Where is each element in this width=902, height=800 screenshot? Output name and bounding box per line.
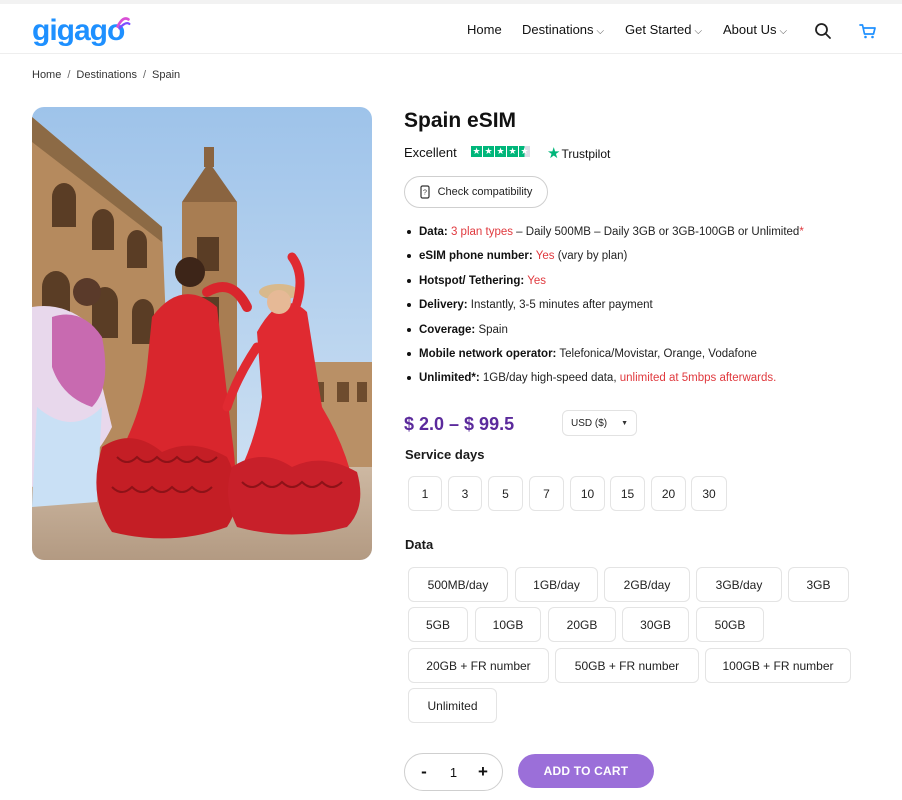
data-option[interactable]: 50GB bbox=[696, 607, 764, 642]
quantity-stepper: - 1 + bbox=[404, 753, 503, 791]
data-option[interactable]: 1GB/day bbox=[515, 567, 598, 602]
quantity-value[interactable]: 1 bbox=[450, 765, 457, 780]
service-day-option[interactable]: 1 bbox=[408, 476, 442, 511]
feature-phone-number: eSIM phone number: Yes (vary by plan) bbox=[404, 248, 884, 272]
cart-icon[interactable] bbox=[858, 21, 878, 41]
star-icon: ★ bbox=[507, 146, 518, 157]
data-option[interactable]: 20GB bbox=[548, 607, 616, 642]
data-option[interactable]: 3GB/day bbox=[696, 567, 782, 602]
star-icon: ★ bbox=[483, 146, 494, 157]
nav-home[interactable]: Home bbox=[467, 22, 502, 37]
data-option[interactable]: Unlimited bbox=[408, 688, 497, 723]
data-option[interactable]: 20GB + FR number bbox=[408, 648, 549, 683]
data-label: Data bbox=[405, 537, 434, 552]
breadcrumb-home[interactable]: Home bbox=[32, 69, 61, 81]
logo-swirl-icon bbox=[116, 17, 131, 30]
data-option[interactable]: 3GB bbox=[788, 567, 849, 602]
rating-label: Excellent bbox=[404, 145, 457, 160]
star-icon: ★ bbox=[495, 146, 506, 157]
feature-operator: Mobile network operator: Telefonica/Movi… bbox=[404, 346, 884, 370]
service-days-label: Service days bbox=[405, 447, 485, 462]
trustpilot-star-icon: ★ bbox=[547, 145, 561, 162]
feature-hotspot: Hotspot/ Tethering: Yes bbox=[404, 273, 884, 297]
chevron-down-icon: ⌵ bbox=[694, 26, 703, 37]
product-image bbox=[32, 107, 372, 560]
trustpilot-logo[interactable]: ★Trustpilot bbox=[547, 144, 610, 162]
breadcrumb-destinations[interactable]: Destinations bbox=[76, 69, 137, 81]
site-header: gigago Home Destinations ⌵ Get Started ⌵ A… bbox=[0, 0, 902, 54]
data-option[interactable]: 5GB bbox=[408, 607, 468, 642]
phone-icon: ? bbox=[420, 185, 430, 199]
price-range: $ 2.0 – $ 99.5 bbox=[404, 414, 515, 434]
feature-coverage: Coverage: Spain bbox=[404, 322, 884, 346]
service-day-option[interactable]: 3 bbox=[448, 476, 482, 511]
service-day-option[interactable]: 5 bbox=[488, 476, 523, 511]
data-option[interactable]: 2GB/day bbox=[604, 567, 690, 602]
currency-select[interactable]: USD ($) ▼ bbox=[562, 410, 637, 436]
trustpilot-stars: ★ ★ ★ ★ ★ bbox=[471, 146, 530, 157]
nav-get-started[interactable]: Get Started ⌵ bbox=[625, 22, 702, 37]
star-icon: ★ bbox=[471, 146, 482, 157]
feature-list: Data: 3 plan types – Daily 500MB – Daily… bbox=[404, 224, 884, 395]
quantity-decrement-button[interactable]: - bbox=[417, 762, 431, 782]
data-option[interactable]: 30GB bbox=[622, 607, 689, 642]
nav-destinations[interactable]: Destinations ⌵ bbox=[522, 22, 604, 37]
service-day-option[interactable]: 30 bbox=[691, 476, 727, 511]
data-option[interactable]: 50GB + FR number bbox=[555, 648, 699, 683]
feature-unlimited: Unlimited*: 1GB/day high-speed data, unl… bbox=[404, 370, 884, 394]
nav-about-us[interactable]: About Us ⌵ bbox=[723, 22, 787, 37]
chevron-down-icon: ⌵ bbox=[596, 26, 605, 37]
breadcrumb: Home / Destinations / Spain bbox=[32, 69, 181, 81]
feature-data: Data: 3 plan types – Daily 500MB – Daily… bbox=[404, 224, 884, 248]
quantity-increment-button[interactable]: + bbox=[476, 762, 490, 782]
gigago-logo[interactable]: gigago bbox=[32, 14, 131, 48]
svg-text:?: ? bbox=[423, 190, 427, 197]
add-to-cart-button[interactable]: ADD TO CART bbox=[518, 754, 654, 788]
chevron-down-icon: ⌵ bbox=[779, 26, 788, 37]
check-compatibility-button[interactable]: ? Check compatibility bbox=[404, 176, 548, 208]
product-title: Spain eSIM bbox=[404, 109, 517, 132]
feature-delivery: Delivery: Instantly, 3-5 minutes after p… bbox=[404, 297, 884, 321]
search-icon[interactable] bbox=[813, 21, 833, 41]
breadcrumb-current: Spain bbox=[152, 69, 181, 81]
service-day-option[interactable]: 20 bbox=[651, 476, 686, 511]
data-option[interactable]: 100GB + FR number bbox=[705, 648, 851, 683]
caret-down-icon: ▼ bbox=[621, 419, 628, 427]
data-option[interactable]: 10GB bbox=[475, 607, 541, 642]
service-day-option[interactable]: 7 bbox=[529, 476, 564, 511]
data-option[interactable]: 500MB/day bbox=[408, 567, 508, 602]
star-half-icon: ★ bbox=[519, 146, 530, 157]
service-day-option[interactable]: 15 bbox=[610, 476, 645, 511]
service-day-option[interactable]: 10 bbox=[570, 476, 605, 511]
